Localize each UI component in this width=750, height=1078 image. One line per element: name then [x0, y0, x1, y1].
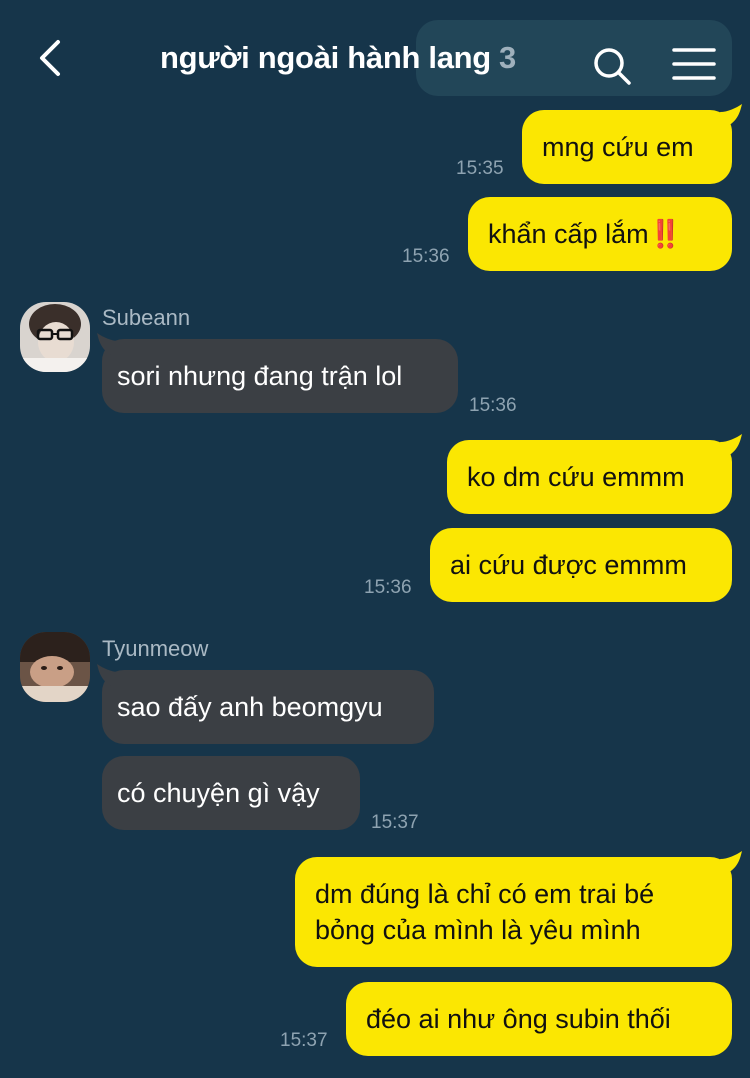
message-text: ko dm cứu emmm: [467, 462, 685, 492]
my-message-bubble[interactable]: mng cứu em: [522, 110, 732, 184]
sender-name: Subeann: [102, 305, 191, 330]
back-button[interactable]: [30, 36, 74, 80]
avatar-tyunmeow[interactable]: [20, 632, 90, 702]
my-message-bubble[interactable]: đéo ai như ông subin thối: [346, 982, 732, 1056]
member-count: 3: [498, 40, 516, 75]
chevron-left-icon: [40, 40, 60, 76]
menu-button[interactable]: [670, 44, 718, 84]
bubble-tail: [720, 851, 742, 873]
my-message-bubble[interactable]: khẩn cấp lắm‼️: [468, 197, 732, 271]
avatar-image: [20, 302, 90, 372]
sender-name: Tyunmeow: [102, 636, 209, 661]
message-timestamp: 15:36: [469, 395, 517, 416]
my-message-bubble[interactable]: ko dm cứu emmm: [447, 440, 732, 514]
message-timestamp: 15:37: [280, 1030, 328, 1051]
bubble-tail: [97, 333, 119, 355]
search-button[interactable]: [590, 44, 634, 88]
my-message-bubble[interactable]: dm đúng là chỉ có em trai bé bỏng của mì…: [295, 857, 732, 967]
message-text: có chuyện gì vậy: [117, 778, 320, 808]
search-icon: [594, 48, 631, 85]
bubble-tail: [720, 434, 742, 456]
chat-header: người ngoài hành lang 3: [0, 0, 750, 110]
message-text-line-1: dm đúng là chỉ có em trai bé: [315, 879, 655, 909]
avatar-image: [20, 632, 90, 702]
their-message-bubble[interactable]: sao đấy anh beomgyu: [102, 670, 434, 744]
message-timestamp: 15:36: [364, 577, 412, 598]
message-text: khẩn cấp lắm: [488, 219, 649, 249]
message-text: mng cứu em: [542, 132, 694, 162]
chat-title-text: người ngoài hành lang: [160, 40, 491, 75]
bubble-tail: [97, 664, 119, 686]
their-message-bubble[interactable]: có chuyện gì vậy: [102, 756, 360, 830]
message-text-line-2: bỏng của mình là yêu mình: [315, 915, 641, 945]
chat-title: người ngoài hành lang 3: [160, 40, 516, 76]
double-exclamation-emoji: ‼️: [648, 219, 683, 249]
message-text: sao đấy anh beomgyu: [117, 692, 383, 722]
their-message-bubble[interactable]: sori nhưng đang trận lol: [102, 339, 458, 413]
chat-screen: người ngoài hành lang 3 mng cứu em 15:35 …: [0, 0, 750, 1078]
hamburger-menu-icon: [672, 48, 716, 80]
avatar-subeann[interactable]: [20, 302, 90, 372]
message-timestamp: 15:37: [371, 812, 419, 833]
message-text: đéo ai như ông subin thối: [366, 1004, 671, 1034]
my-message-bubble[interactable]: ai cứu được emmm: [430, 528, 732, 602]
message-text: sori nhưng đang trận lol: [117, 361, 403, 391]
message-timestamp: 15:35: [456, 158, 504, 179]
message-timestamp: 15:36: [402, 246, 450, 267]
message-text: ai cứu được emmm: [450, 550, 687, 580]
